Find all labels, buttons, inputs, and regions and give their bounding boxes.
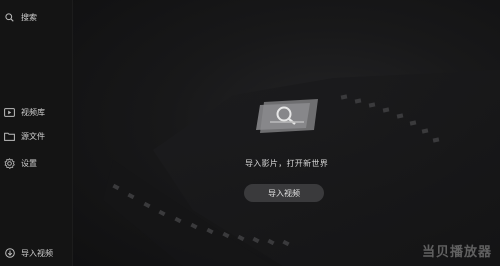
sidebar-item-video-library[interactable]: 视频库 [4,105,45,119]
main-content: 导入影片，打开新世界 导入视频 当贝播放器 [73,0,500,266]
search-button[interactable]: 搜索 [4,10,37,24]
import-icon [4,248,15,259]
folder-icon [4,131,15,142]
sidebar-item-settings[interactable]: 设置 [4,156,37,170]
sidebar-import-label: 导入视频 [21,248,53,258]
sidebar-item-label: 源文件 [21,131,45,141]
sidebar-import-video-button[interactable]: 导入视频 [4,246,53,260]
search-label: 搜索 [21,12,37,22]
sidebar-item-label: 视频库 [21,107,45,117]
sidebar-item-label: 设置 [21,158,37,168]
watermark-logo: 当贝播放器 [421,245,492,260]
sidebar-item-source-files[interactable]: 源文件 [4,129,45,143]
empty-state-message: 导入影片，打开新世界 [245,159,328,168]
import-media-illustration-icon [256,99,318,133]
sidebar: 搜索 视频库 源文件 设置 导入视频 [0,0,73,266]
gear-icon [4,157,15,169]
search-icon [4,12,15,23]
video-library-icon [4,107,15,118]
import-video-button[interactable]: 导入视频 [244,184,324,202]
